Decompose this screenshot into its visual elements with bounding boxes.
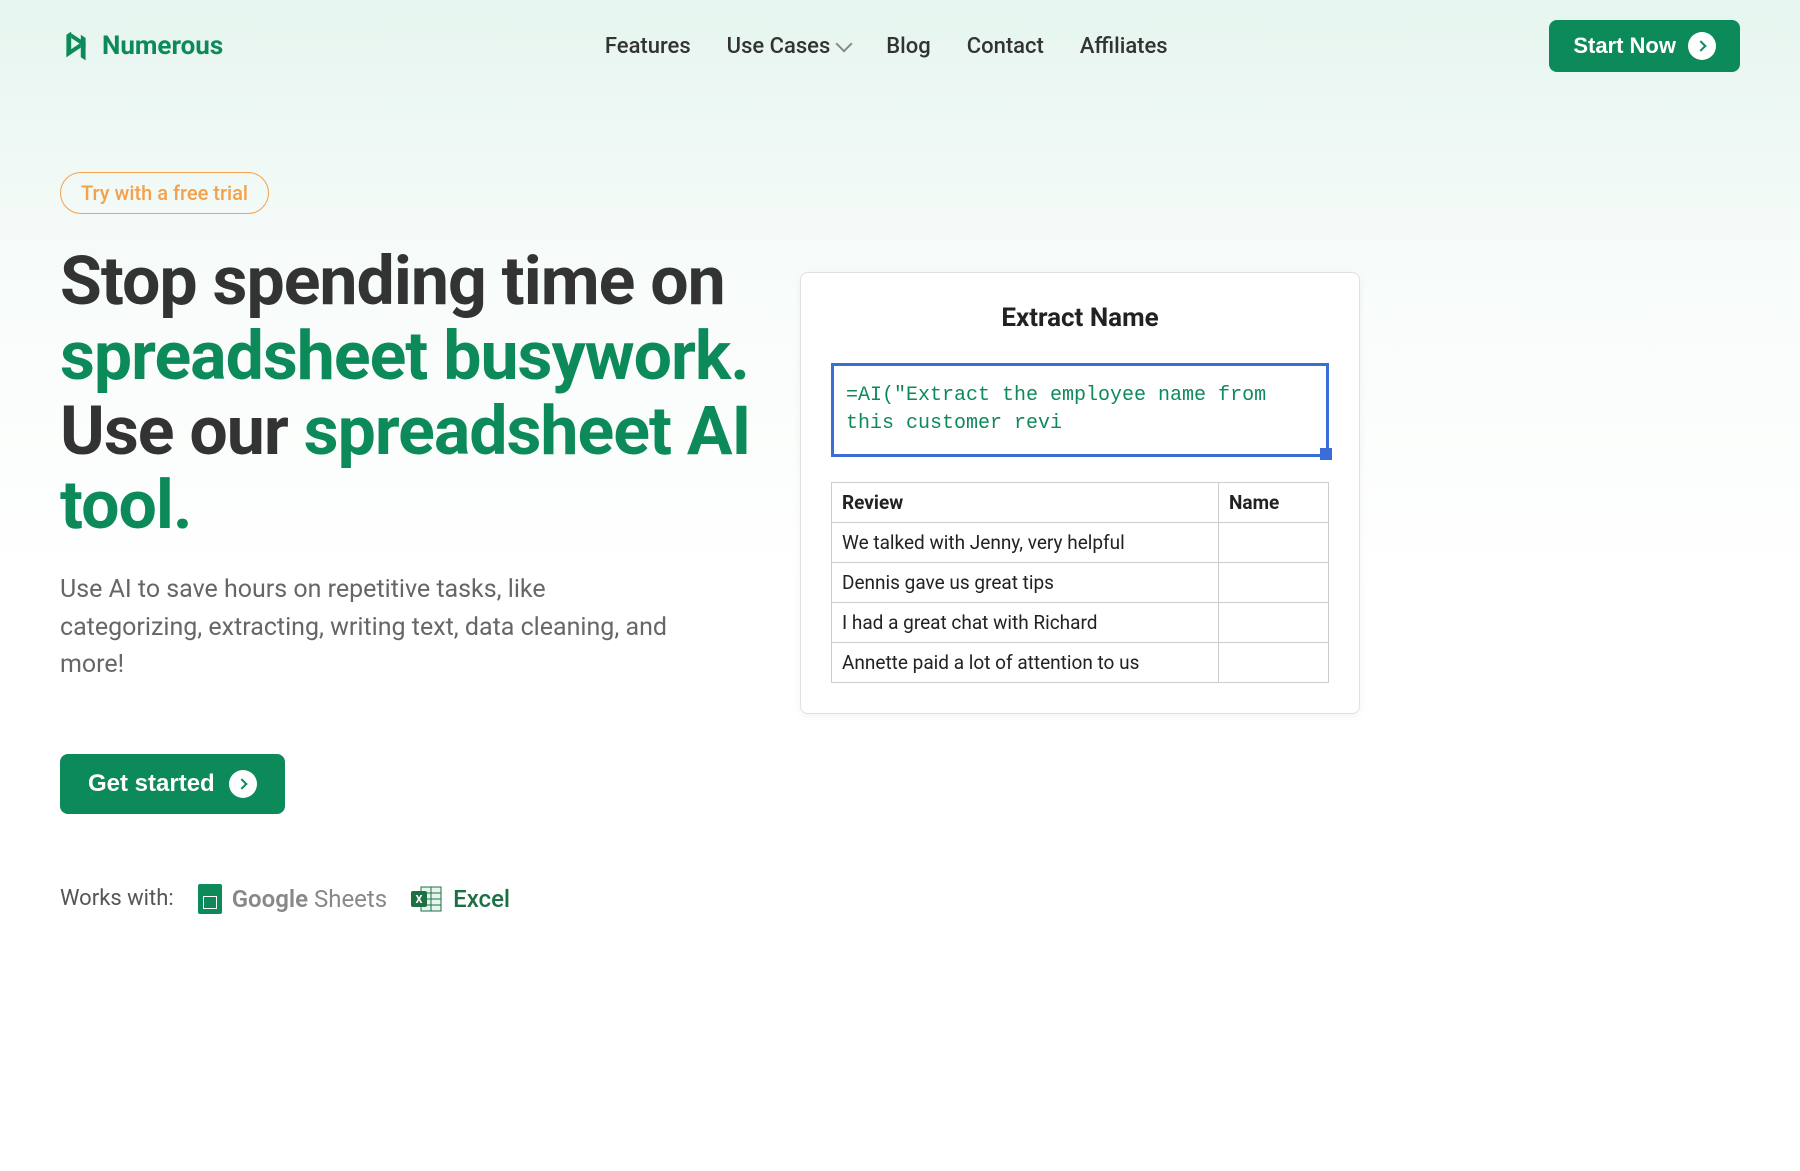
table-row: Dennis gave us great tips — [832, 563, 1329, 603]
trial-badge[interactable]: Try with a free trial — [60, 172, 269, 214]
start-now-button[interactable]: Start Now — [1549, 20, 1740, 72]
demo-title: Extract Name — [831, 303, 1329, 333]
demo-section: Extract Name =AI("Extract the employee n… — [800, 272, 1360, 914]
nav-contact[interactable]: Contact — [967, 34, 1044, 59]
table-row: Annette paid a lot of attention to us — [832, 643, 1329, 683]
google-sheets-icon — [198, 884, 222, 914]
table-header-review: Review — [832, 483, 1219, 523]
chevron-down-icon — [836, 36, 853, 53]
demo-table: Review Name We talked with Jenny, very h… — [831, 482, 1329, 683]
nav-usecases[interactable]: Use Cases — [727, 34, 851, 59]
excel-icon: X — [411, 885, 443, 913]
hero-section: Try with a free trial Stop spending time… — [60, 172, 760, 914]
get-started-button[interactable]: Get started — [60, 754, 285, 814]
headline: Stop spending time on spreadsheet busywo… — [60, 244, 760, 543]
table-row: We talked with Jenny, very helpful — [832, 523, 1329, 563]
nav-blog[interactable]: Blog — [886, 34, 930, 59]
numerous-logo-icon — [60, 30, 92, 62]
main-content: Try with a free trial Stop spending time… — [0, 92, 1800, 954]
header: Numerous Features Use Cases Blog Contact… — [0, 0, 1800, 92]
logo[interactable]: Numerous — [60, 30, 223, 62]
partner-excel: X Excel — [411, 885, 510, 913]
works-with-label: Works with: — [60, 886, 174, 911]
works-with-row: Works with: Google Sheets X Excel — [60, 884, 760, 914]
partner-google-sheets: Google Sheets — [198, 884, 387, 914]
nav-features[interactable]: Features — [605, 34, 691, 59]
subheadline: Use AI to save hours on repetitive tasks… — [60, 571, 680, 684]
nav-affiliates[interactable]: Affiliates — [1080, 34, 1168, 59]
demo-card: Extract Name =AI("Extract the employee n… — [800, 272, 1360, 714]
formula-input[interactable]: =AI("Extract the employee name from this… — [831, 363, 1329, 457]
table-header-name: Name — [1219, 483, 1329, 523]
main-nav: Features Use Cases Blog Contact Affiliat… — [605, 34, 1168, 59]
table-row: I had a great chat with Richard — [832, 603, 1329, 643]
arrow-right-icon — [229, 770, 257, 798]
brand-name: Numerous — [102, 31, 223, 61]
svg-text:X: X — [416, 893, 423, 906]
arrow-right-icon — [1688, 32, 1716, 60]
